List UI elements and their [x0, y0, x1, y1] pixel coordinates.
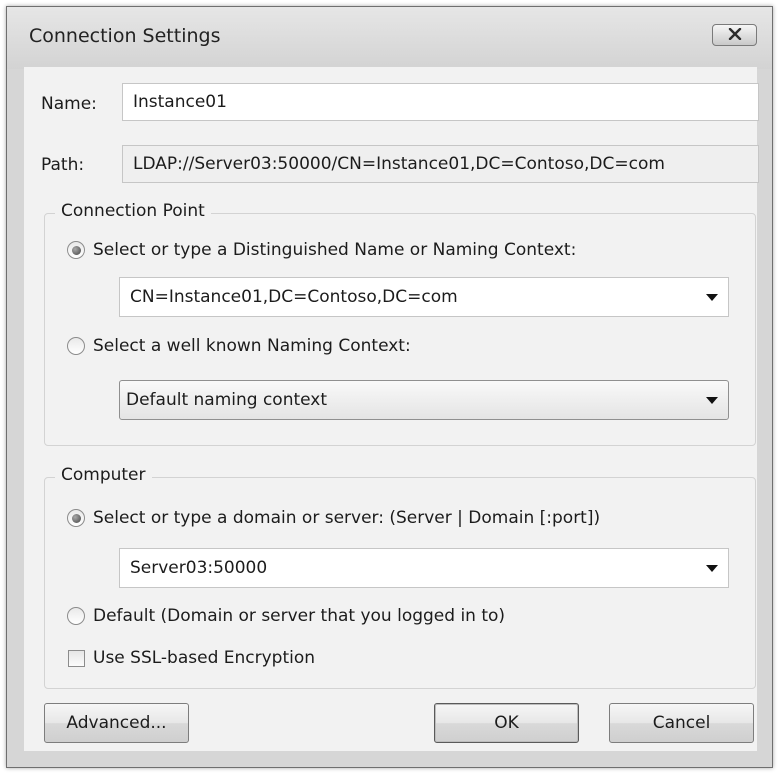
ssl-checkbox-row[interactable]: Use SSL-based Encryption	[68, 648, 315, 668]
advanced-button[interactable]: Advanced...	[44, 703, 189, 743]
cancel-button[interactable]: Cancel	[609, 703, 754, 743]
chevron-down-icon[interactable]	[706, 294, 718, 301]
close-icon	[728, 25, 742, 45]
ok-button[interactable]: OK	[434, 703, 579, 743]
path-value: LDAP://Server03:50000/CN=Instance01,DC=C…	[133, 154, 665, 174]
path-label: Path:	[41, 155, 85, 175]
connection-point-group: Connection Point Select or type a Distin…	[44, 201, 756, 446]
radio-domain-or-server[interactable]: Select or type a domain or server: (Serv…	[67, 508, 600, 528]
connection-point-title: Connection Point	[55, 201, 211, 221]
computer-group: Computer Select or type a domain or serv…	[44, 465, 756, 689]
connection-settings-dialog: Connection Settings Name: Instance01 Pat…	[6, 6, 773, 768]
radio-default-domain[interactable]: Default (Domain or server that you logge…	[67, 606, 505, 626]
radio-selected-dot	[71, 245, 81, 255]
ssl-checkbox[interactable]	[68, 649, 85, 667]
close-button[interactable]	[712, 24, 757, 46]
radio-button[interactable]	[67, 241, 85, 259]
radio-distinguished-name-label: Select or type a Distinguished Name or N…	[93, 240, 577, 260]
path-field: LDAP://Server03:50000/CN=Instance01,DC=C…	[122, 145, 759, 183]
radio-distinguished-name[interactable]: Select or type a Distinguished Name or N…	[67, 240, 576, 260]
ssl-checkbox-label: Use SSL-based Encryption	[93, 648, 316, 668]
naming-context-value: Default naming context	[126, 390, 328, 410]
dialog-title: Connection Settings	[29, 25, 221, 47]
server-combobox[interactable]: Server03:50000	[119, 548, 729, 588]
radio-default-domain-label: Default (Domain or server that you logge…	[93, 606, 506, 626]
radio-selected-dot	[71, 513, 81, 523]
name-label: Name:	[41, 94, 97, 114]
title-bar: Connection Settings	[7, 7, 772, 69]
radio-button[interactable]	[67, 509, 85, 527]
distinguished-name-value: CN=Instance01,DC=Contoso,DC=com	[130, 287, 458, 307]
server-value: Server03:50000	[130, 558, 268, 578]
radio-button[interactable]	[67, 607, 85, 625]
distinguished-name-combobox[interactable]: CN=Instance01,DC=Contoso,DC=com	[119, 277, 729, 317]
radio-well-known-context-label: Select a well known Naming Context:	[93, 336, 411, 356]
radio-well-known-context[interactable]: Select a well known Naming Context:	[67, 336, 411, 356]
chevron-down-icon[interactable]	[706, 565, 718, 572]
radio-domain-or-server-label: Select or type a domain or server: (Serv…	[93, 508, 601, 528]
naming-context-dropdown[interactable]: Default naming context	[119, 380, 729, 420]
dialog-body: Name: Instance01 Path: LDAP://Server03:5…	[24, 67, 759, 751]
name-input[interactable]: Instance01	[122, 83, 759, 121]
name-input-value: Instance01	[133, 92, 227, 112]
computer-title: Computer	[55, 465, 152, 485]
radio-button[interactable]	[67, 337, 85, 355]
chevron-down-icon[interactable]	[706, 397, 718, 404]
